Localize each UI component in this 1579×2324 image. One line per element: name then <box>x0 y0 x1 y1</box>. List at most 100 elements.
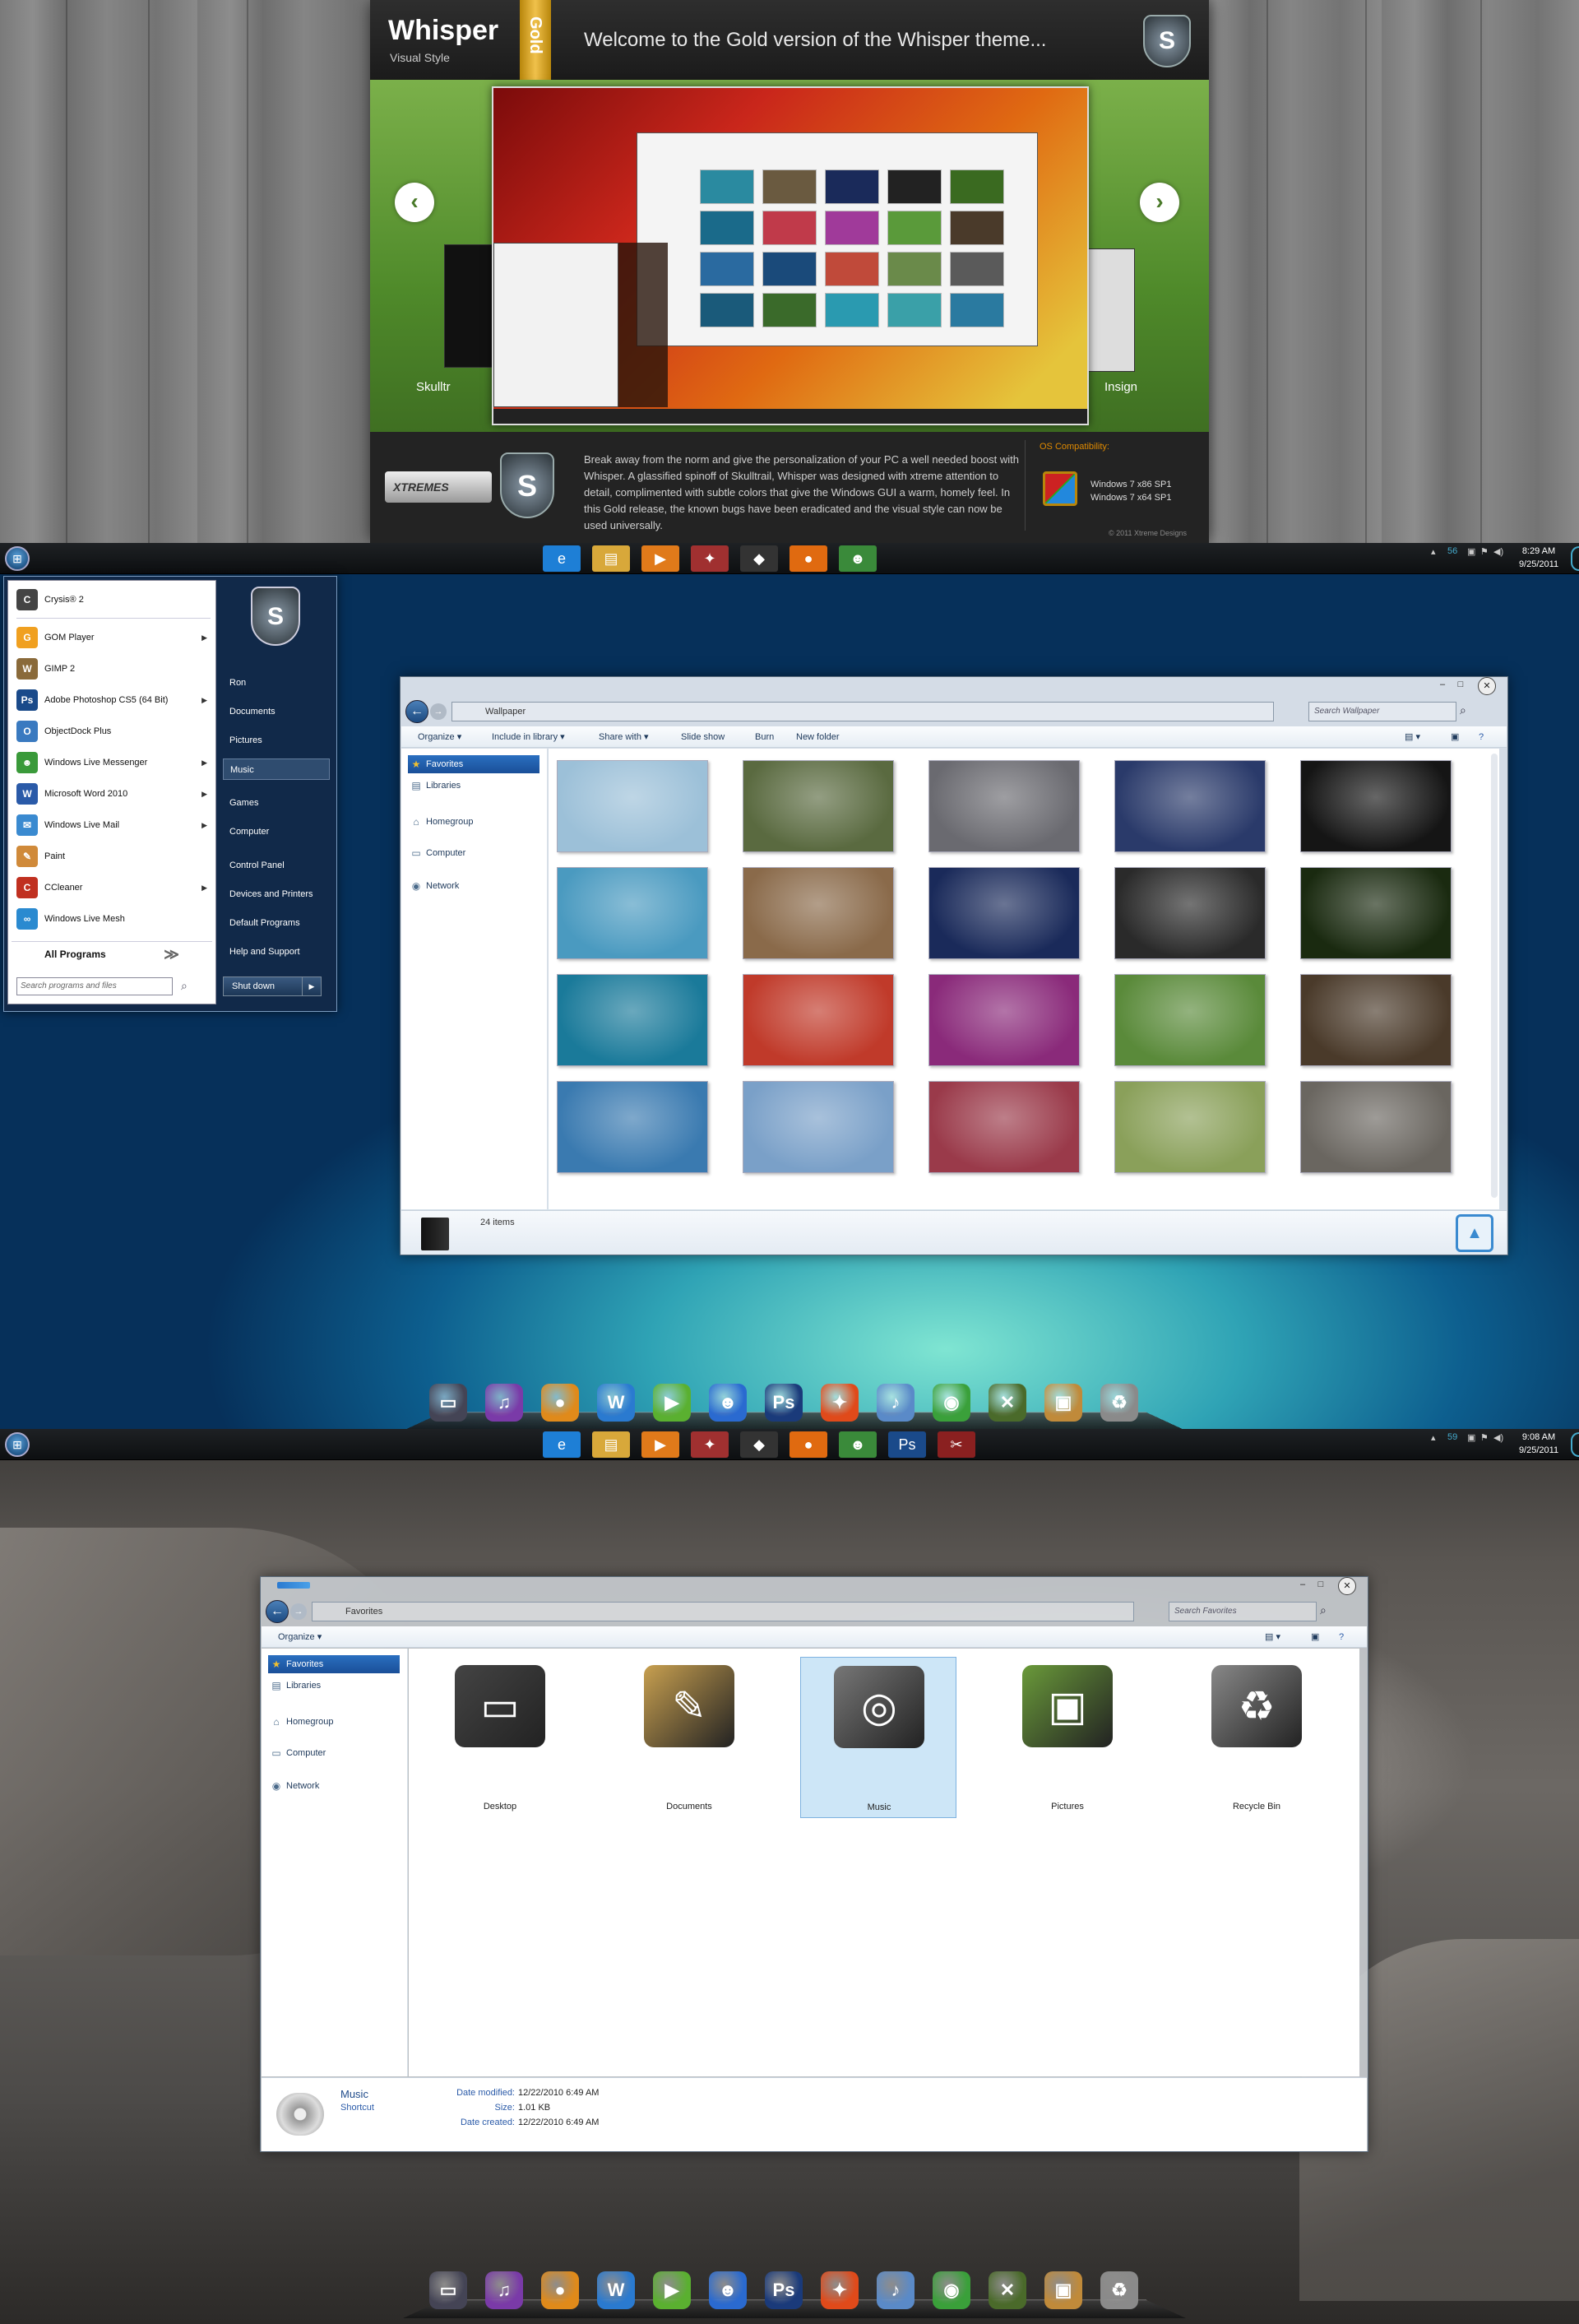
preview-pane-icon[interactable]: ▣ <box>1451 726 1459 748</box>
submenu-arrow-icon[interactable]: ▶ <box>201 624 207 652</box>
all-programs-button[interactable]: All Programs ≫ <box>12 941 212 966</box>
nav-item[interactable]: ★ Favorites <box>268 1655 400 1673</box>
start-menu-item[interactable]: O ObjectDock Plus <box>12 717 212 745</box>
tray-overflow-icon[interactable]: ▴ <box>1431 1432 1436 1443</box>
favorite-item[interactable]: ♻ Recycle Bin <box>1178 1657 1335 1818</box>
recycle-bin-icon[interactable]: ♻ <box>1100 1384 1138 1422</box>
game-icon[interactable]: ◆ <box>740 1431 778 1458</box>
app-icon[interactable]: ✦ <box>691 545 729 572</box>
chrome-icon[interactable]: ◉ <box>933 1384 970 1422</box>
start-search-input[interactable]: Search programs and files <box>16 977 173 995</box>
favorite-item[interactable]: ▭ Desktop <box>422 1657 578 1818</box>
media-player-icon[interactable]: ▶ <box>641 1431 679 1458</box>
back-button[interactable]: ← <box>266 1600 289 1623</box>
vertical-scrollbar[interactable] <box>1491 754 1498 1198</box>
app-icon[interactable]: ✦ <box>691 1431 729 1458</box>
start-menu-place[interactable]: Computer <box>223 821 330 842</box>
start-menu-item[interactable]: C CCleaner ▶ <box>12 874 212 902</box>
box-icon[interactable]: ▣ <box>1044 2271 1082 2309</box>
start-menu-item[interactable]: Ps Adobe Photoshop CS5 (64 Bit) ▶ <box>12 686 212 714</box>
media-player-icon[interactable]: ▶ <box>641 545 679 572</box>
explorer-icon[interactable]: ▤ <box>592 545 630 572</box>
toolbar-button[interactable]: Burn <box>755 726 774 748</box>
nav-item[interactable]: ◉ Network <box>408 877 539 895</box>
preview-pane-icon[interactable]: ▣ <box>1311 1626 1319 1648</box>
minimize-button[interactable]: – <box>1435 679 1450 690</box>
wallpaper-thumbnail[interactable] <box>743 974 894 1066</box>
start-orb-button[interactable]: ⊞ <box>5 546 30 571</box>
start-menu-place[interactable]: Games <box>223 792 330 814</box>
wallpaper-thumbnail[interactable] <box>928 1081 1080 1173</box>
show-desktop-button[interactable] <box>1571 546 1579 571</box>
tools-icon[interactable]: ✂ <box>938 1431 975 1458</box>
submenu-arrow-icon[interactable]: ▶ <box>201 749 207 777</box>
close-button[interactable]: ✕ <box>1478 677 1496 695</box>
wallpaper-thumbnail[interactable] <box>743 760 894 852</box>
messenger-icon[interactable]: ☻ <box>839 1431 877 1458</box>
wallpaper-thumbnail[interactable] <box>1114 760 1266 852</box>
live-icon[interactable]: W <box>597 1384 635 1422</box>
forward-button[interactable]: → <box>290 1603 307 1620</box>
game-icon[interactable]: ◆ <box>740 545 778 572</box>
wallpaper-thumbnail[interactable] <box>1114 1081 1266 1173</box>
back-button[interactable]: ← <box>405 700 428 723</box>
itunes-icon[interactable]: ♪ <box>877 1384 915 1422</box>
volume-icon[interactable]: ◀) <box>1493 546 1503 557</box>
xbox-icon[interactable]: ✕ <box>989 2271 1026 2309</box>
play-icon[interactable]: ▶ <box>653 2271 691 2309</box>
help-icon[interactable]: ? <box>1339 1626 1344 1648</box>
firefox-icon[interactable]: ● <box>790 545 827 572</box>
wallpaper-thumbnail[interactable] <box>743 1081 894 1173</box>
start-orb-button[interactable]: ⊞ <box>5 1432 30 1457</box>
messenger-icon[interactable]: ☻ <box>709 1384 747 1422</box>
clock[interactable]: 9:08 AM 9/25/2011 <box>1512 1431 1566 1457</box>
toolbar-button[interactable]: Slide show <box>681 726 725 748</box>
flag-icon[interactable]: ⚑ <box>1480 1432 1489 1443</box>
nav-item[interactable]: ★ Favorites <box>408 755 539 773</box>
favorite-item[interactable]: ◎ Music <box>800 1657 956 1818</box>
title-bar[interactable]: – □ ✕ <box>261 1577 1368 1595</box>
search-icon[interactable]: ⌕ <box>181 979 196 994</box>
minimize-button[interactable]: – <box>1295 1579 1310 1590</box>
maximize-button[interactable]: □ <box>1453 679 1468 690</box>
search-icon[interactable]: ⌕ <box>1320 1603 1327 1617</box>
wallpaper-thumbnail[interactable] <box>743 867 894 959</box>
search-input[interactable]: Search Favorites <box>1169 1602 1317 1621</box>
itunes-icon[interactable]: ♪ <box>877 2271 915 2309</box>
maximize-button[interactable]: □ <box>1313 1579 1328 1590</box>
favorite-item[interactable]: ✎ Documents <box>611 1657 767 1818</box>
photoshop-icon[interactable]: Ps <box>765 1384 803 1422</box>
search-icon[interactable]: ⌕ <box>1460 703 1466 717</box>
start-menu-item[interactable]: G GOM Player ▶ <box>12 624 212 652</box>
show-desktop-button[interactable] <box>1571 1432 1579 1457</box>
forward-button[interactable]: → <box>430 703 447 720</box>
music-icon[interactable]: ♫ <box>485 2271 523 2309</box>
start-menu-place[interactable]: Music <box>223 758 330 780</box>
monitor-icon[interactable]: ▭ <box>429 1384 467 1422</box>
shutdown-options-button[interactable]: ▶ <box>302 976 322 996</box>
help-icon[interactable]: ? <box>1479 726 1484 748</box>
recycle-bin-icon[interactable]: ♻ <box>1100 2271 1138 2309</box>
wallpaper-thumbnail[interactable] <box>1300 867 1452 959</box>
nav-item[interactable]: ⌂ Homegroup <box>408 813 539 831</box>
start-menu-place[interactable]: Pictures <box>223 730 330 751</box>
tray-network-count[interactable]: 56 <box>1447 546 1457 556</box>
submenu-arrow-icon[interactable]: ▶ <box>201 811 207 839</box>
volume-icon[interactable]: ◀) <box>1493 1432 1503 1443</box>
messenger-icon[interactable]: ☻ <box>839 545 877 572</box>
explorer-icon[interactable]: ▤ <box>592 1431 630 1458</box>
view-options-icon[interactable]: ▤ ▾ <box>1405 726 1420 748</box>
start-menu-item[interactable]: W Microsoft Word 2010 ▶ <box>12 780 212 808</box>
start-menu-place[interactable]: Help and Support <box>223 941 330 963</box>
start-menu-item[interactable]: ☻ Windows Live Messenger ▶ <box>12 749 212 777</box>
toolbar-button[interactable]: Organize ▾ <box>418 726 461 748</box>
start-menu-place[interactable]: Default Programs <box>223 912 330 934</box>
wallpaper-thumbnail[interactable] <box>928 867 1080 959</box>
nav-item[interactable]: ▤ Libraries <box>408 777 539 795</box>
start-menu-item[interactable]: W GIMP 2 <box>12 655 212 683</box>
gom-icon[interactable]: ● <box>541 1384 579 1422</box>
submenu-arrow-icon[interactable]: ▶ <box>201 874 207 902</box>
wallpaper-thumbnail[interactable] <box>1300 1081 1452 1173</box>
wallpaper-thumbnail[interactable] <box>557 1081 708 1173</box>
flag-icon[interactable]: ⚑ <box>1480 546 1489 557</box>
